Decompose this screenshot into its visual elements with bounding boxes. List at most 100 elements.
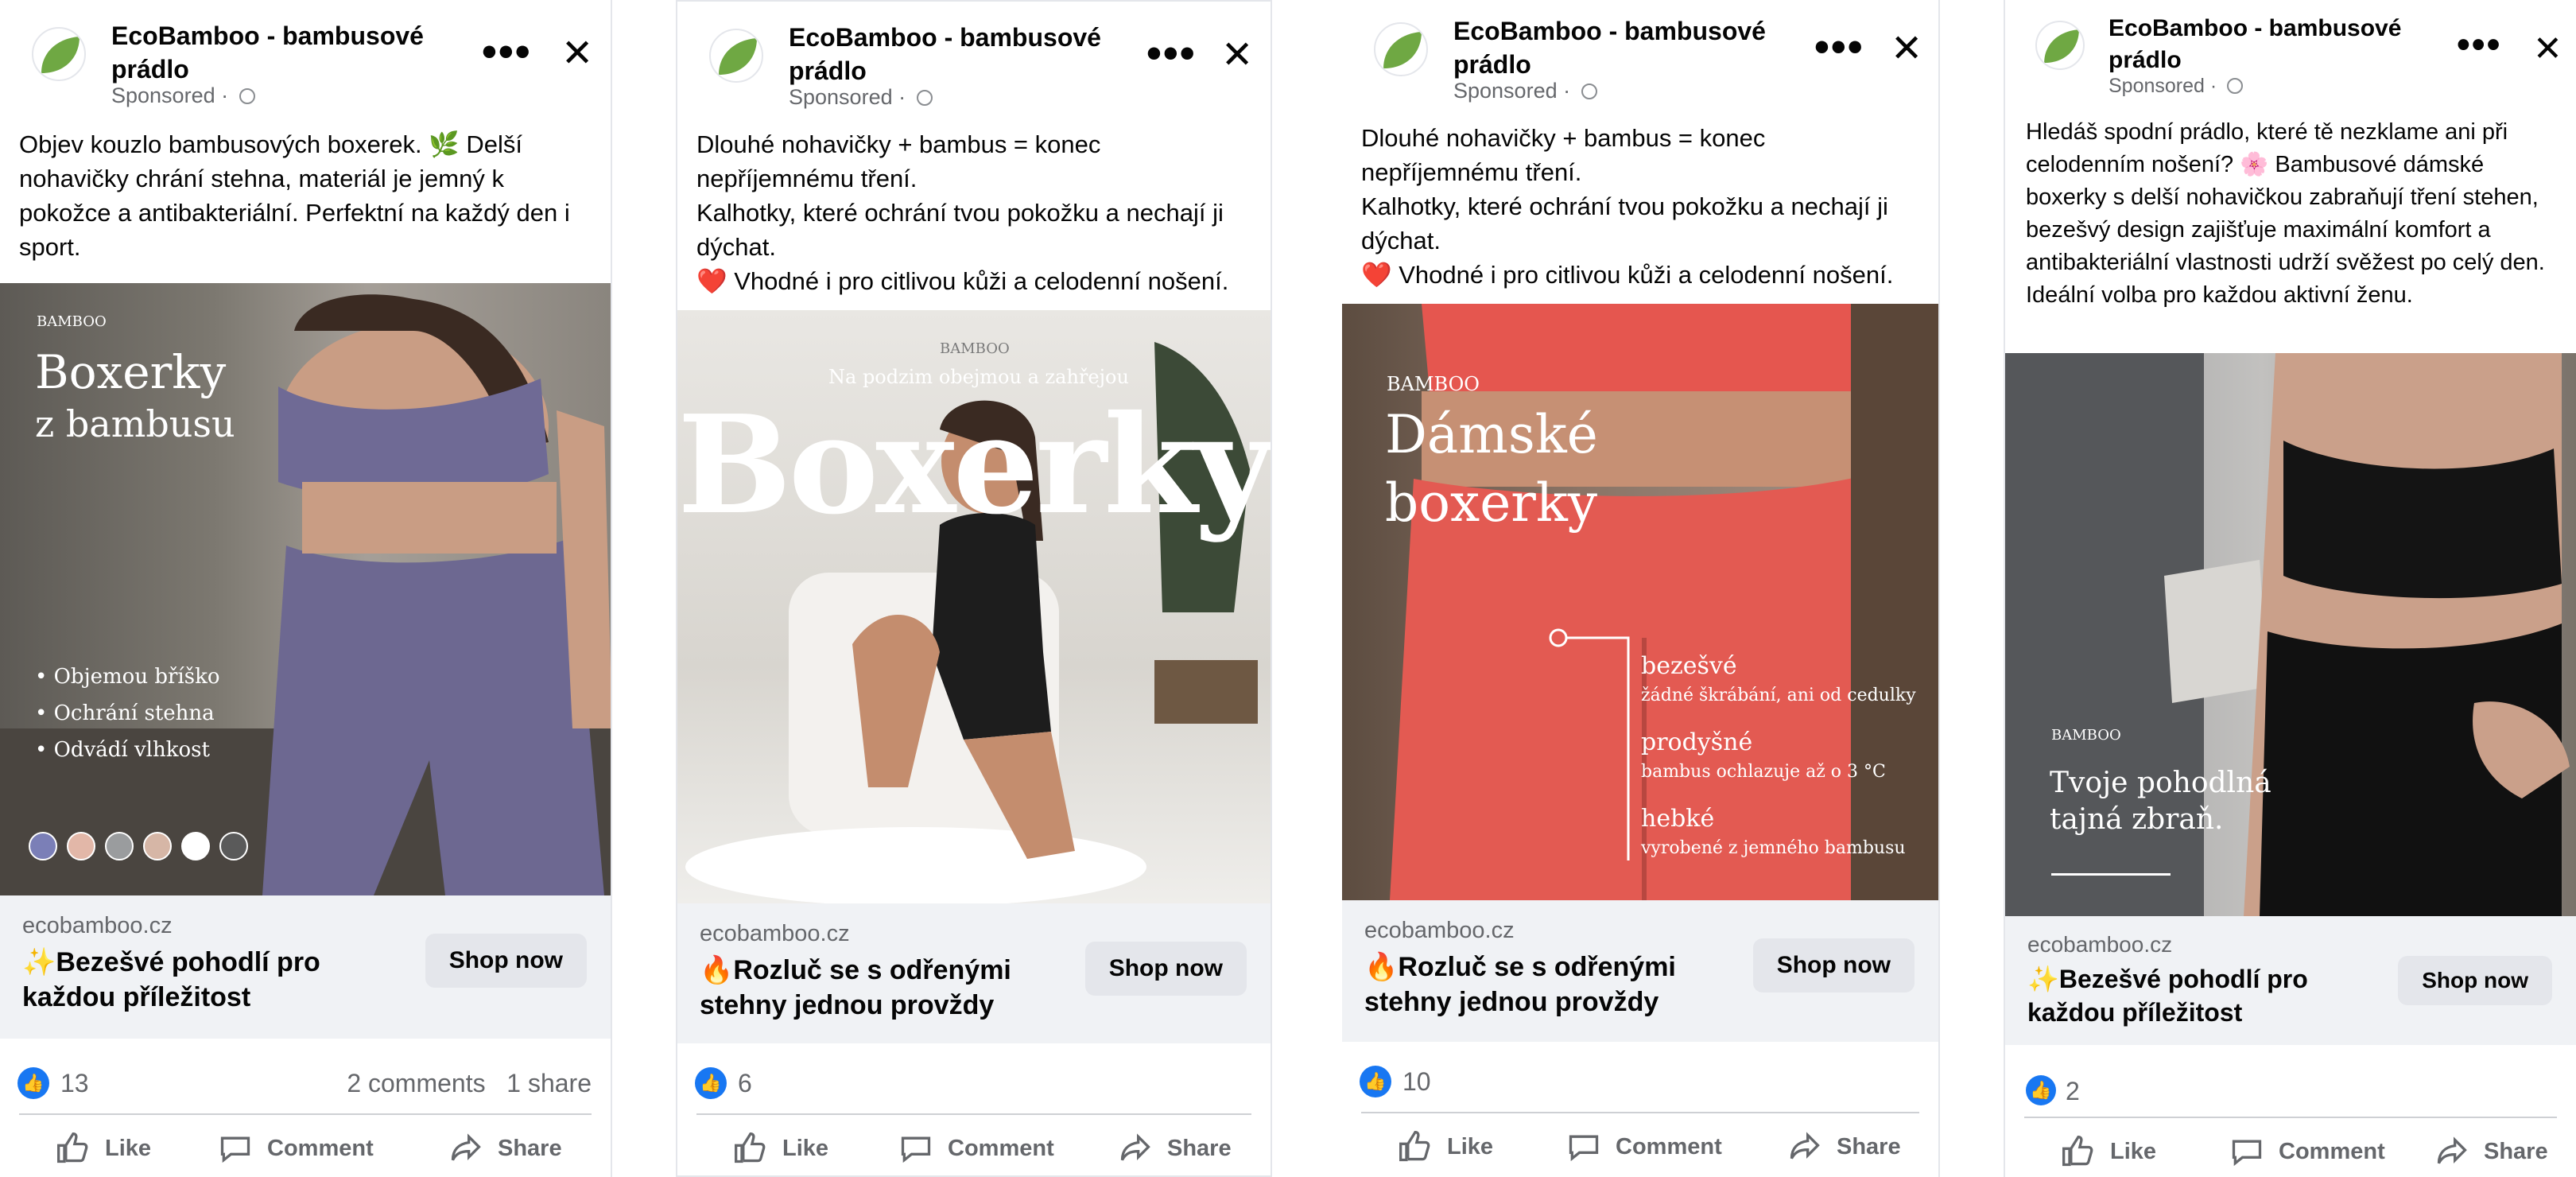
shop-now-button[interactable]: Shop now — [1752, 938, 1915, 992]
ad-post-3: EcoBamboo - bambusové prádlo Sponsored ·… — [1342, 0, 1940, 1177]
shop-now-button[interactable]: Shop now — [425, 934, 587, 988]
thumbs-up-icon — [735, 1132, 766, 1163]
link-preview[interactable]: ecobamboo.cz 🔥Rozluč se s odřenými stehn… — [1342, 900, 1938, 1042]
comment-label: Comment — [948, 1135, 1054, 1161]
action-bar: Like Comment Share — [1361, 1112, 1919, 1174]
feature-bullet-text: Odvádí vlhkost — [53, 738, 210, 762]
comment-icon — [220, 1136, 250, 1163]
color-swatch — [67, 832, 95, 860]
action-bar: Like Comment Share — [2024, 1117, 2557, 1177]
link-headline[interactable]: ✨Bezešvé pohodlí pro každou příležitost — [2027, 962, 2361, 1029]
share-icon — [1120, 1133, 1150, 1161]
page-avatar[interactable] — [1374, 22, 1428, 76]
page-name[interactable]: EcoBamboo - bambusové prádlo — [2109, 13, 2442, 76]
feature-bullet: • Ochrání stehna — [35, 701, 215, 725]
comment-button[interactable]: Comment — [2229, 1134, 2385, 1169]
comment-count[interactable]: 2 comments — [347, 1069, 485, 1097]
feature-bullet: • Objemou bříško — [35, 665, 220, 689]
share-button[interactable]: Share — [1118, 1131, 1232, 1166]
feature-bullet-text: Objemou bříško — [53, 665, 220, 689]
page-avatar[interactable] — [2035, 21, 2085, 70]
action-bar: Like Comment Share — [696, 1113, 1251, 1175]
link-preview[interactable]: ecobamboo.cz ✨Bezešvé pohodlí pro každou… — [0, 895, 611, 1039]
reaction-stats: 👍 2 — [2005, 1058, 2576, 1121]
link-headline[interactable]: 🔥Rozluč se s odřenými stehny jednou prov… — [700, 953, 1049, 1023]
share-button[interactable]: Share — [448, 1131, 562, 1166]
sponsored-text: Sponsored — [789, 85, 893, 109]
more-options-icon[interactable]: ••• — [1146, 32, 1197, 75]
post-header: EcoBamboo - bambusové prádlo Sponsored ·… — [677, 2, 1271, 109]
like-reaction-icon: 👍 — [695, 1067, 727, 1099]
page-avatar[interactable] — [709, 29, 763, 83]
share-button[interactable]: Share — [1787, 1129, 1901, 1164]
page-name[interactable]: EcoBamboo - bambusové prádlo — [111, 19, 461, 86]
like-reaction-icon: 👍 — [2026, 1075, 2056, 1105]
link-preview[interactable]: ecobamboo.cz 🔥Rozluč se s odřenými stehn… — [677, 903, 1271, 1043]
post-header: EcoBamboo - bambusové prádlo Sponsored ·… — [1342, 0, 1938, 107]
globe-icon — [1581, 84, 1597, 99]
more-options-icon[interactable]: ••• — [482, 30, 532, 73]
ad-image[interactable]: BAMBOO Tvoje pohodlná tajná zbraň. — [2005, 353, 2576, 916]
globe-icon — [2227, 78, 2244, 94]
title-underline — [2051, 873, 2171, 876]
link-preview[interactable]: ecobamboo.cz ✨Bezešvé pohodlí pro každou… — [2005, 916, 2576, 1045]
like-button[interactable]: Like — [1398, 1129, 1493, 1164]
share-icon — [451, 1133, 481, 1161]
reaction-stats: 👍 10 — [1342, 1048, 1938, 1112]
post-text: Hledáš spodní prádlo, které tě nezklame … — [2026, 119, 2545, 308]
feature-title: prodyšné — [1641, 728, 1753, 756]
like-button[interactable]: Like — [56, 1131, 151, 1166]
brand-logo-text: BAMBOO — [2051, 727, 2121, 744]
sponsored-label: Sponsored · — [789, 84, 933, 110]
like-button[interactable]: Like — [733, 1131, 828, 1166]
close-icon[interactable]: ✕ — [2533, 32, 2562, 67]
like-count[interactable]: 13 — [60, 1069, 89, 1098]
ad-image[interactable]: BAMBOO Boxerky z bambusu • Objemou bříšk… — [0, 283, 611, 895]
brand-logo: BAMBOO — [940, 342, 1010, 356]
share-icon — [2437, 1136, 2467, 1164]
ad-post-2: EcoBamboo - bambusové prádlo Sponsored ·… — [676, 0, 1272, 1177]
brand-logo-text: BAMBOO — [940, 340, 1010, 357]
feature-title: hebké — [1641, 805, 1715, 833]
like-button[interactable]: Like — [2061, 1134, 2156, 1169]
like-count[interactable]: 6 — [738, 1069, 752, 1098]
more-options-icon[interactable]: ••• — [1814, 25, 1864, 68]
image-title-line1: Tvoje pohodlná — [2050, 767, 2271, 799]
feature-bullet: • Odvádí vlhkost — [35, 738, 210, 762]
close-icon[interactable]: ✕ — [561, 35, 593, 73]
shop-now-button[interactable]: Shop now — [1084, 942, 1247, 996]
reaction-stats: 👍 13 2 comments 1 share — [0, 1050, 611, 1113]
share-button[interactable]: Share — [2434, 1134, 2548, 1169]
share-count[interactable]: 1 share — [506, 1069, 592, 1097]
link-headline[interactable]: ✨Bezešvé pohodlí pro každou příležitost — [22, 945, 364, 1015]
post-header: EcoBamboo - bambusové prádlo Sponsored ·… — [2005, 0, 2576, 107]
comment-button[interactable]: Comment — [898, 1131, 1054, 1166]
comment-button[interactable]: Comment — [1566, 1129, 1722, 1164]
image-title-line2: tajná zbraň. — [2050, 803, 2224, 836]
image-title-line1: Boxerky — [35, 345, 227, 399]
link-headline[interactable]: 🔥Rozluč se s odřenými stehny jednou prov… — [1364, 950, 1714, 1020]
close-icon[interactable]: ✕ — [1891, 30, 1922, 68]
like-count[interactable]: 2 — [2066, 1077, 2080, 1106]
thumbs-up-icon — [57, 1132, 88, 1163]
reaction-stats: 👍 6 — [677, 1050, 1271, 1113]
ad-image[interactable]: BAMBOO Dámské boxerky bezešvé žádné škrá… — [1342, 304, 1938, 900]
color-swatch — [181, 832, 210, 860]
like-reaction-icon: 👍 — [17, 1067, 49, 1099]
page-avatar[interactable] — [32, 27, 86, 81]
like-label: Like — [782, 1135, 829, 1161]
post-header: EcoBamboo - bambusové prádlo Sponsored ·… — [0, 0, 611, 107]
brand-logo: BAMBOO — [37, 315, 107, 329]
comment-label: Comment — [267, 1135, 374, 1161]
page-name[interactable]: EcoBamboo - bambusové prádlo — [789, 21, 1123, 87]
sponsored-text: Sponsored — [1453, 79, 1558, 103]
page-name[interactable]: EcoBamboo - bambusové prádlo — [1453, 14, 1787, 81]
ad-image[interactable]: BAMBOO Na podzim obejmou a zahřejou Boxe… — [677, 310, 1271, 903]
shop-now-button[interactable]: Shop now — [2398, 956, 2552, 1005]
close-icon[interactable]: ✕ — [1221, 37, 1253, 75]
comment-button[interactable]: Comment — [218, 1131, 374, 1166]
like-count[interactable]: 10 — [1402, 1067, 1431, 1097]
feature-bullet-text: Ochrání stehna — [53, 701, 215, 725]
comment-label: Comment — [1616, 1133, 1722, 1160]
more-options-icon[interactable]: ••• — [2457, 26, 2501, 64]
